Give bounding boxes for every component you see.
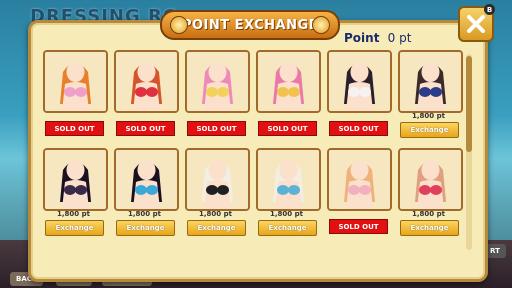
scrollbar-thumb[interactable]: [466, 56, 472, 152]
item-portrait-frame: [256, 148, 321, 211]
exchange-button[interactable]: Exchange: [400, 122, 459, 138]
character-portrait: [45, 52, 106, 111]
character-portrait: [258, 150, 319, 209]
sold-out-badge: SOLD OUT: [116, 121, 175, 136]
exchange-item-card[interactable]: SOLD OUT: [326, 50, 392, 146]
coin-icon: [312, 16, 330, 34]
item-portrait-frame: [185, 50, 250, 113]
sold-out-badge: SOLD OUT: [329, 121, 388, 136]
character-portrait: [45, 150, 106, 209]
exchange-item-card[interactable]: SOLD OUT: [255, 50, 321, 146]
dialog-title-banner: POINT EXCHANGE: [160, 10, 340, 40]
exchange-item-card[interactable]: SOLD OUT: [42, 50, 108, 146]
exchange-button[interactable]: Exchange: [400, 220, 459, 236]
points-value: 0 pt: [387, 31, 412, 45]
item-portrait-frame: [256, 50, 321, 113]
item-portrait-frame: [114, 148, 179, 211]
points-label: Point: [344, 31, 380, 45]
coin-icon: [170, 16, 188, 34]
character-portrait: [116, 150, 177, 209]
dialog-title: POINT EXCHANGE: [181, 17, 319, 33]
item-grid: SOLD OUT SOLD OUT SOLD OUT SOLD OUT SOLD OUT…: [42, 50, 463, 246]
exchange-item-card[interactable]: SOLD OUT: [326, 148, 392, 244]
character-portrait: [258, 52, 319, 111]
close-icon: [467, 15, 485, 33]
exchange-item-card[interactable]: 1,800 pt Exchange: [113, 148, 179, 244]
item-portrait-frame: [327, 148, 392, 211]
character-portrait: [187, 52, 248, 111]
character-portrait: [400, 150, 461, 209]
sold-out-badge: SOLD OUT: [45, 121, 104, 136]
sold-out-badge: SOLD OUT: [187, 121, 246, 136]
b-key-badge: B: [484, 4, 495, 15]
item-price: 1,800 pt: [270, 210, 303, 218]
item-portrait-frame: [398, 50, 463, 113]
item-price: 1,800 pt: [412, 210, 445, 218]
item-portrait-frame: [398, 148, 463, 211]
exchange-button[interactable]: Exchange: [45, 220, 104, 236]
character-portrait: [400, 52, 461, 111]
item-portrait-frame: [185, 148, 250, 211]
exchange-item-card[interactable]: 1,800 pt Exchange: [42, 148, 108, 244]
scrollbar[interactable]: [466, 54, 472, 250]
exchange-button[interactable]: Exchange: [258, 220, 317, 236]
item-price: 1,800 pt: [412, 112, 445, 120]
exchange-item-card[interactable]: SOLD OUT: [113, 50, 179, 146]
exchange-item-card[interactable]: SOLD OUT: [184, 50, 250, 146]
character-portrait: [116, 52, 177, 111]
exchange-button[interactable]: Exchange: [116, 220, 175, 236]
item-price: 1,800 pt: [199, 210, 232, 218]
item-price: 1,800 pt: [128, 210, 161, 218]
exchange-item-card[interactable]: 1,800 pt Exchange: [184, 148, 250, 244]
sold-out-badge: SOLD OUT: [329, 219, 388, 234]
exchange-button[interactable]: Exchange: [187, 220, 246, 236]
item-price: 1,800 pt: [57, 210, 90, 218]
item-portrait-frame: [114, 50, 179, 113]
character-portrait: [329, 52, 390, 111]
sold-out-badge: SOLD OUT: [258, 121, 317, 136]
item-portrait-frame: [327, 50, 392, 113]
exchange-item-card[interactable]: 1,800 pt Exchange: [255, 148, 321, 244]
item-portrait-frame: [43, 148, 108, 211]
exchange-item-card[interactable]: 1,800 pt Exchange: [397, 148, 463, 244]
character-portrait: [187, 150, 248, 209]
character-portrait: [329, 150, 390, 209]
points-display: Point 0 pt: [344, 31, 411, 45]
exchange-item-card[interactable]: 1,800 pt Exchange: [397, 50, 463, 146]
item-portrait-frame: [43, 50, 108, 113]
